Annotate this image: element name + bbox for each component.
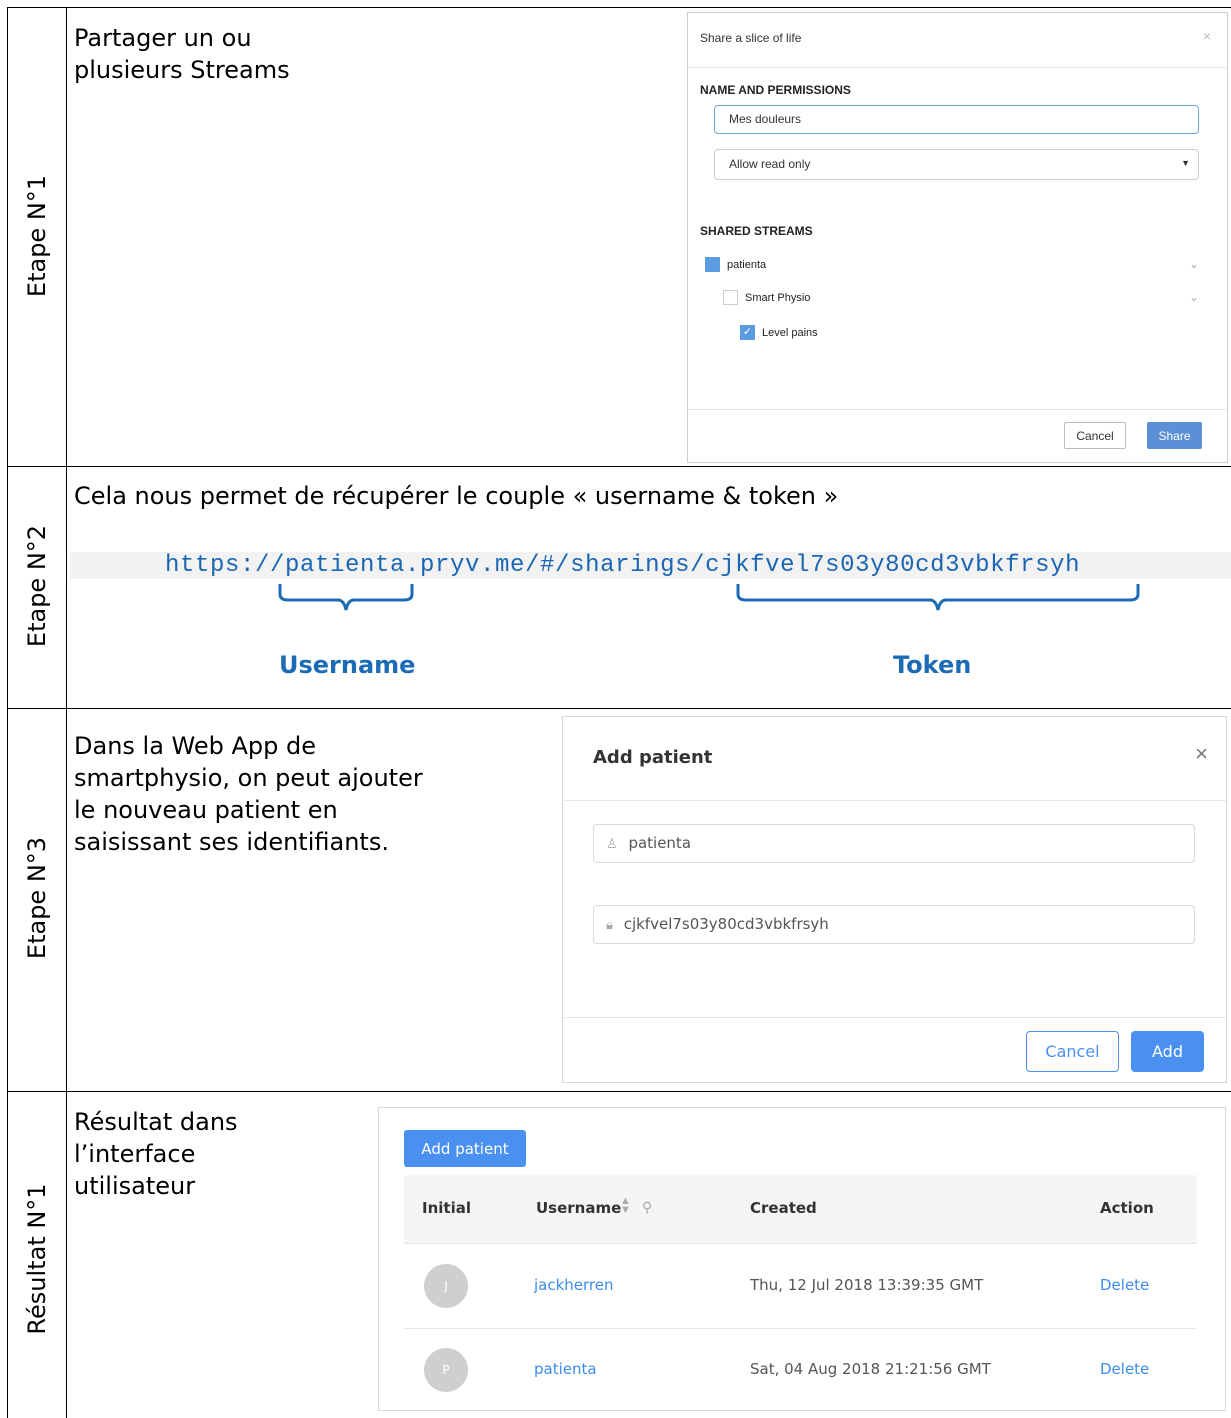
chevron-down-icon[interactable]: ⌄ bbox=[1189, 290, 1199, 304]
column-username[interactable]: Username bbox=[536, 1199, 621, 1217]
divider bbox=[563, 1017, 1226, 1018]
table-header: Initial Username ▲ ▼ ⚲ Created Action bbox=[404, 1175, 1197, 1244]
grid-top bbox=[7, 7, 1231, 8]
divider bbox=[688, 409, 1227, 410]
token-brace bbox=[736, 584, 1140, 611]
column-initial: Initial bbox=[422, 1199, 471, 1217]
stream-item-patienta[interactable]: patienta bbox=[705, 257, 766, 272]
search-icon[interactable]: ⚲ bbox=[642, 1199, 652, 1216]
avatar: J bbox=[424, 1264, 468, 1308]
token-label: Token bbox=[893, 651, 972, 679]
grid-left bbox=[7, 7, 8, 1418]
column-action: Action bbox=[1100, 1199, 1154, 1217]
stream-checkbox-filled[interactable] bbox=[705, 257, 720, 272]
add-button[interactable]: Add bbox=[1131, 1031, 1204, 1072]
add-patient-dialog-title: Add patient bbox=[593, 747, 713, 768]
stream-item-smart-physio[interactable]: Smart Physio bbox=[723, 290, 810, 305]
result-description: Résultat dans l’interface utilisateur bbox=[74, 1108, 238, 1200]
step-label-1: Etape N°1 bbox=[23, 174, 51, 298]
delete-link[interactable]: Delete bbox=[1100, 1360, 1149, 1378]
lock-icon: 🔒︎ bbox=[606, 918, 613, 933]
caret-down-icon: ▼ bbox=[1181, 158, 1190, 168]
table-row: J jackherren Thu, 12 Jul 2018 13:39:35 G… bbox=[404, 1244, 1197, 1329]
sharing-url: https://patienta.pryv.me/#/sharings/cjkf… bbox=[165, 552, 1081, 579]
username-brace bbox=[278, 584, 414, 611]
section-name-permissions: NAME AND PERMISSIONS bbox=[700, 83, 851, 97]
username-input[interactable]: ♙ patienta bbox=[593, 824, 1195, 863]
divider bbox=[563, 800, 1226, 801]
step-label-3: Etape N°3 bbox=[23, 836, 51, 960]
username-link[interactable]: jackherren bbox=[534, 1276, 614, 1294]
created-date: Thu, 12 Jul 2018 13:39:35 GMT bbox=[750, 1276, 984, 1294]
share-dialog: Share a slice of life × NAME AND PERMISS… bbox=[687, 12, 1228, 463]
result-label-1: Résultat N°1 bbox=[23, 1183, 51, 1335]
add-patient-dialog: Add patient × ♙ patienta 🔒︎ cjkfvel7s03y… bbox=[562, 716, 1227, 1083]
stream-checkbox-empty[interactable] bbox=[723, 290, 738, 305]
add-patient-button[interactable]: Add patient bbox=[404, 1130, 526, 1167]
permission-select[interactable]: Allow read only ▼ bbox=[714, 149, 1199, 180]
table-row: P patienta Sat, 04 Aug 2018 21:21:56 GMT… bbox=[404, 1328, 1197, 1412]
grid-row-2 bbox=[7, 708, 1231, 709]
section-shared-streams: SHARED STREAMS bbox=[700, 224, 813, 238]
share-button[interactable]: Share bbox=[1147, 422, 1202, 449]
username-label: Username bbox=[279, 651, 416, 679]
created-date: Sat, 04 Aug 2018 21:21:56 GMT bbox=[750, 1360, 991, 1378]
column-created: Created bbox=[750, 1199, 817, 1217]
username-link[interactable]: patienta bbox=[534, 1360, 597, 1378]
user-icon: ♙ bbox=[606, 837, 618, 852]
cancel-button[interactable]: Cancel bbox=[1026, 1031, 1119, 1072]
grid-col-divider bbox=[66, 7, 67, 1418]
patients-table-panel: Add patient Initial Username ▲ ▼ ⚲ Create… bbox=[378, 1107, 1226, 1411]
step-label-2: Etape N°2 bbox=[23, 524, 51, 648]
step-3-description: Dans la Web App de smartphysio, on peut … bbox=[74, 732, 423, 856]
sort-icon[interactable]: ▲ ▼ bbox=[620, 1196, 631, 1216]
grid-row-1 bbox=[7, 466, 1231, 467]
step-2-description: Cela nous permet de récupérer le couple … bbox=[74, 482, 839, 510]
close-icon[interactable]: × bbox=[1195, 741, 1208, 767]
share-dialog-title: Share a slice of life bbox=[700, 31, 802, 45]
divider bbox=[688, 67, 1227, 68]
token-input[interactable]: 🔒︎ cjkfvel7s03y80cd3vbkfrsyh bbox=[593, 905, 1195, 944]
stream-checkbox-checked[interactable]: ✓ bbox=[740, 325, 755, 340]
stream-item-level-pains[interactable]: ✓ Level pains bbox=[740, 325, 818, 340]
permission-select-value: Allow read only bbox=[729, 157, 811, 171]
step-1-description: Partager un ou plusieurs Streams bbox=[74, 24, 290, 84]
avatar: P bbox=[424, 1348, 468, 1392]
cancel-button[interactable]: Cancel bbox=[1064, 422, 1126, 449]
grid-row-3 bbox=[7, 1091, 1231, 1092]
close-icon[interactable]: × bbox=[1203, 28, 1211, 44]
sharing-name-input[interactable]: Mes douleurs bbox=[714, 105, 1199, 134]
chevron-down-icon[interactable]: ⌄ bbox=[1189, 257, 1199, 271]
delete-link[interactable]: Delete bbox=[1100, 1276, 1149, 1294]
